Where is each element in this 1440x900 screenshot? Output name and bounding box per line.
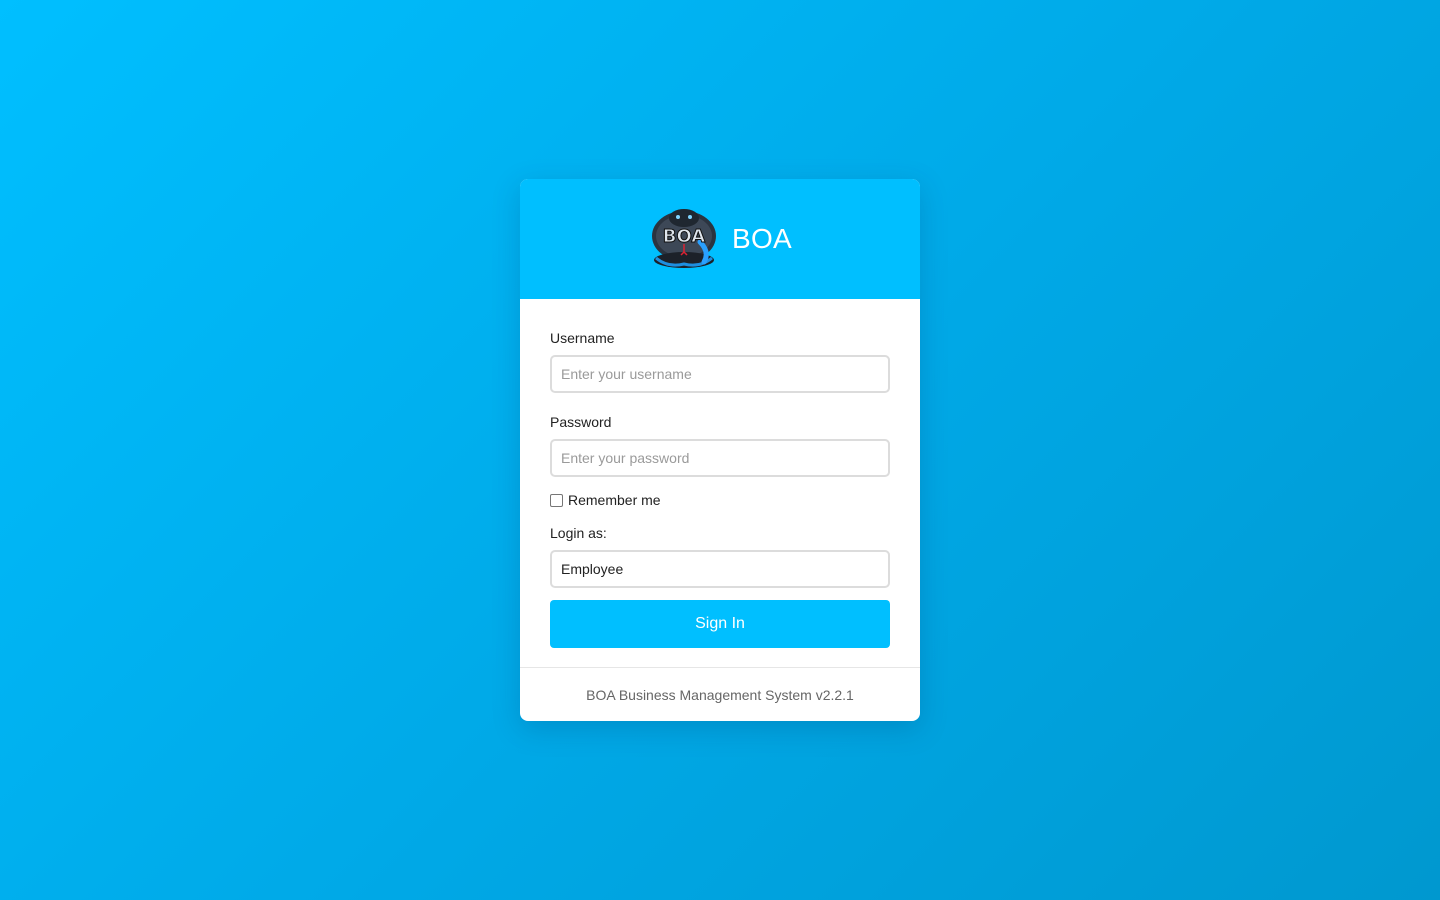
version-text: BOA Business Management System v2.2.1 bbox=[586, 686, 854, 703]
card-footer: BOA Business Management System v2.2.1 bbox=[520, 667, 920, 721]
password-label: Password bbox=[550, 414, 612, 430]
remember-checkbox[interactable] bbox=[550, 493, 563, 507]
cobra-logo-icon: BOA bbox=[651, 209, 716, 268]
username-group: Username bbox=[550, 329, 890, 393]
password-input[interactable] bbox=[550, 439, 890, 477]
login-as-select[interactable]: Employee bbox=[550, 550, 890, 588]
username-label: Username bbox=[550, 330, 615, 346]
card-header: BOA BOA bbox=[520, 179, 920, 299]
remember-label[interactable]: Remember me bbox=[568, 492, 661, 508]
login-as-selected-value: Employee bbox=[561, 561, 624, 577]
login-as-label: Login as: bbox=[550, 525, 607, 541]
remember-row: Remember me bbox=[550, 491, 890, 509]
brand-title: BOA bbox=[731, 223, 793, 254]
login-card: BOA BOA Username Password Remember me Lo… bbox=[520, 179, 920, 721]
password-group: Password bbox=[550, 413, 890, 477]
login-form: Username Password Remember me Login as: … bbox=[520, 299, 920, 648]
sign-in-button[interactable]: Sign In bbox=[550, 600, 890, 648]
username-input[interactable] bbox=[550, 355, 890, 393]
svg-text:BOA: BOA bbox=[663, 226, 706, 247]
